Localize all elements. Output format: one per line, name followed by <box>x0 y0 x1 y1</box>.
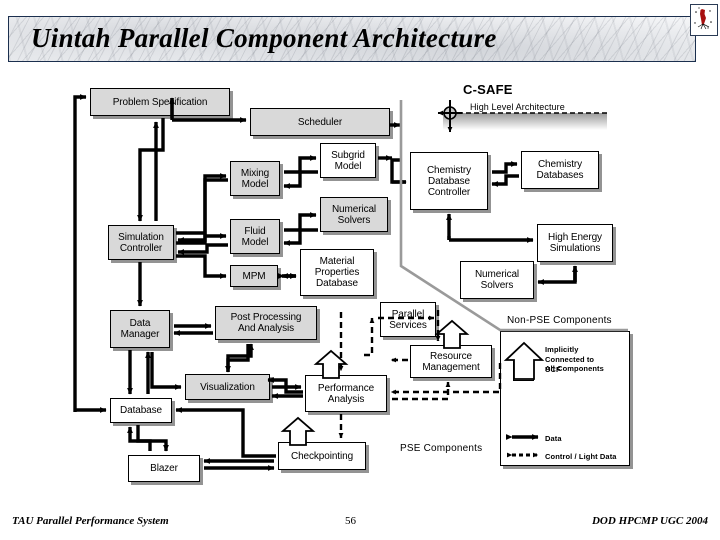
crosshair-anchor-icon <box>437 100 462 133</box>
footer-page-number: 56 <box>345 515 356 527</box>
pse-region-divider <box>399 100 628 332</box>
hollow-up-arrow-icon <box>503 341 545 380</box>
footer-left: TAU Parallel Performance System <box>12 515 169 527</box>
connector-stubs <box>170 98 577 282</box>
dashed-control-connectors <box>338 310 502 439</box>
connector-layer <box>73 94 628 471</box>
footer-right: DOD HPCMP UGC 2004 <box>591 515 708 527</box>
slide-canvas: Uintah Parallel Component Architecture C… <box>0 0 720 540</box>
hollow-up-arrow-icon <box>280 319 470 446</box>
legend-icons <box>503 341 545 458</box>
solid-data-connectors <box>73 94 578 471</box>
